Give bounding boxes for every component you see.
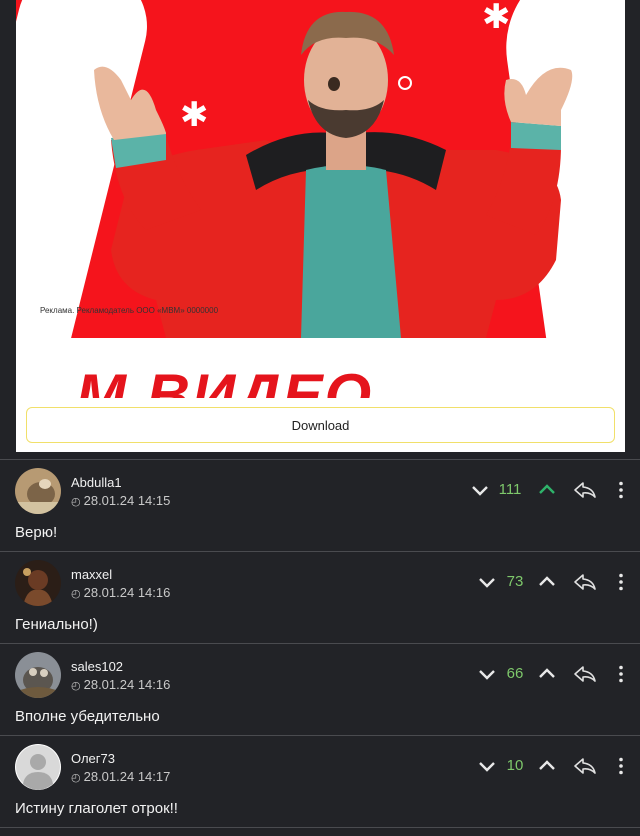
reply-icon[interactable]: [573, 480, 597, 500]
comment-username[interactable]: sales102: [71, 659, 123, 674]
downvote-chevron-icon[interactable]: [477, 572, 497, 592]
downvote-chevron-icon[interactable]: [477, 756, 497, 776]
divider: [0, 827, 640, 828]
comment-text: Вполне убедительно: [15, 708, 160, 725]
comment-username[interactable]: Abdulla1: [71, 475, 122, 490]
comment-score: 10: [506, 757, 524, 774]
comment-timestamp: ◴ 28.01.24 14:16: [71, 585, 170, 600]
download-button[interactable]: Download: [26, 407, 615, 443]
comment-date: 28.01.24 14:17: [83, 769, 171, 784]
man-illustration: [94, 11, 573, 338]
clock-icon: ◴: [71, 680, 81, 692]
comment-username[interactable]: Олег73: [71, 751, 115, 766]
comment-date: 28.01.24 14:16: [83, 585, 171, 600]
comment-date: 28.01.24 14:16: [83, 677, 171, 692]
more-options-icon[interactable]: [611, 480, 631, 500]
ad-brand-logo: М.ВИДЕО: [76, 366, 373, 398]
comment-item: maxxel ◴ 28.01.24 14:16 73 Гениально!): [0, 551, 640, 642]
user-avatar[interactable]: [15, 560, 61, 606]
user-avatar[interactable]: [15, 468, 61, 514]
comment-timestamp: ◴ 28.01.24 14:15: [71, 493, 170, 508]
downvote-chevron-icon[interactable]: [470, 480, 490, 500]
upvote-chevron-icon[interactable]: [537, 756, 557, 776]
ad-card: ✱ ✱ ✱ Реклама. Рекламодатель ООО «МВМ» 0…: [16, 0, 625, 452]
ad-banner-image[interactable]: ✱ ✱ ✱ Реклама. Рекламодатель ООО «МВМ» 0…: [16, 0, 625, 338]
comment-timestamp: ◴ 28.01.24 14:17: [71, 769, 170, 784]
comment-item: Олег73 ◴ 28.01.24 14:17 10 Истину глаголе…: [0, 735, 640, 826]
comment-score: 66: [506, 665, 524, 682]
comment-item: sales102 ◴ 28.01.24 14:16 66 Вполне убеди…: [0, 643, 640, 734]
clock-icon: ◴: [71, 496, 81, 508]
upvote-chevron-icon[interactable]: [537, 572, 557, 592]
more-options-icon[interactable]: [611, 572, 631, 592]
user-avatar[interactable]: [15, 652, 61, 698]
comment-username[interactable]: maxxel: [71, 567, 112, 582]
upvote-chevron-icon[interactable]: [537, 664, 557, 684]
ad-disclaimer: Реклама. Рекламодатель ООО «МВМ» 0000000: [40, 306, 219, 315]
reply-icon[interactable]: [573, 756, 597, 776]
comment-item: Abdulla1 ◴ 28.01.24 14:15 111 Верю!: [0, 459, 640, 550]
clock-icon: ◴: [71, 588, 81, 600]
downvote-chevron-icon[interactable]: [477, 664, 497, 684]
comment-text: Гениально!): [15, 616, 98, 633]
more-options-icon[interactable]: [611, 664, 631, 684]
comment-text: Истину глаголет отрок!!: [15, 800, 178, 817]
comment-score: 73: [506, 573, 524, 590]
upvote-chevron-icon[interactable]: [537, 480, 557, 500]
clock-icon: ◴: [71, 772, 81, 784]
comment-text: Верю!: [15, 524, 58, 541]
comment-timestamp: ◴ 28.01.24 14:16: [71, 677, 170, 692]
more-options-icon[interactable]: [611, 756, 631, 776]
reply-icon[interactable]: [573, 664, 597, 684]
reply-icon[interactable]: [573, 572, 597, 592]
comment-score: 111: [498, 481, 522, 498]
user-avatar[interactable]: [15, 744, 61, 790]
comment-date: 28.01.24 14:15: [83, 493, 171, 508]
